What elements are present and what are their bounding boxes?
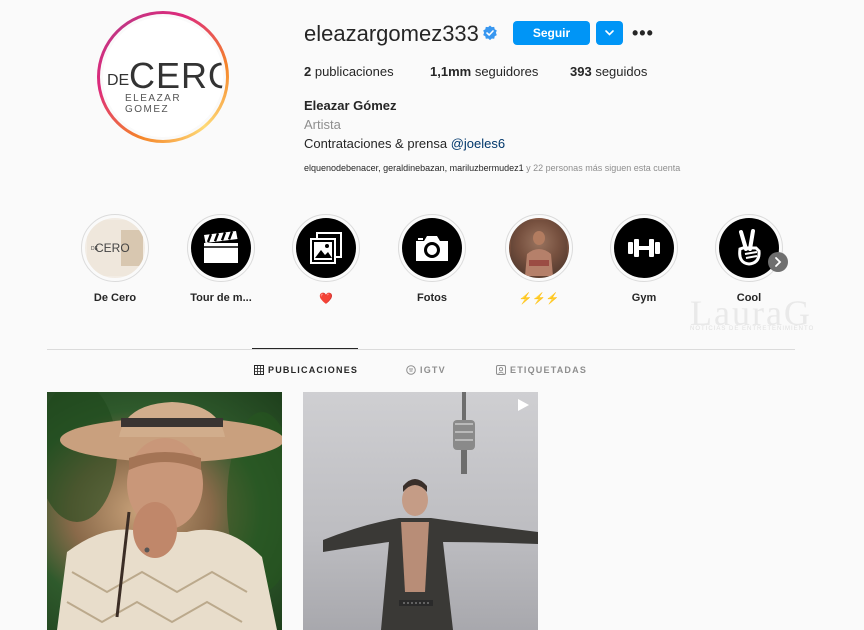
chevron-right-icon bbox=[775, 257, 782, 267]
highlights-next-button[interactable] bbox=[768, 252, 788, 272]
tagged-icon bbox=[496, 365, 506, 375]
svg-text:DE: DE bbox=[91, 246, 99, 252]
followed-by-suffix: y 22 personas más siguen esta cuenta bbox=[523, 163, 681, 173]
camera-icon bbox=[416, 236, 448, 261]
follow-button[interactable]: Seguir bbox=[513, 21, 590, 45]
tabs-divider bbox=[47, 349, 795, 350]
following-link[interactable]: 393 seguidos bbox=[570, 64, 647, 79]
username: eleazargomez333 bbox=[304, 21, 479, 46]
highlight-label: Gym bbox=[631, 292, 657, 304]
gym-photo-thumbnail-icon bbox=[511, 220, 567, 276]
post-thumbnail-2[interactable] bbox=[303, 392, 538, 630]
bio-mention-link[interactable]: @joeles6 bbox=[451, 136, 505, 151]
verified-badge-icon bbox=[483, 25, 497, 41]
highlight-de-cero[interactable]: CERO DE De Cero bbox=[70, 214, 160, 304]
photo-album-icon bbox=[310, 232, 342, 264]
watermark-subtitle: NOTICIAS DE ENTRETENIMIENTO bbox=[690, 326, 815, 332]
highlight-label: Tour de m... bbox=[190, 292, 252, 304]
highlight-heart[interactable]: ❤️ bbox=[281, 214, 371, 305]
profile-bio: Contrataciones & prensa @joeles6 bbox=[304, 136, 505, 151]
de-cero-cover-icon: CERO DE bbox=[87, 220, 143, 276]
tab-label: IGTV bbox=[420, 365, 446, 375]
posts-count: 2 publicaciones bbox=[304, 64, 394, 79]
igtv-icon bbox=[406, 365, 416, 375]
following-count-value: 393 bbox=[570, 64, 592, 79]
highlight-label: ❤️ bbox=[319, 293, 333, 305]
tab-igtv[interactable]: IGTV bbox=[406, 365, 446, 375]
active-tab-indicator bbox=[252, 348, 358, 349]
profile-full-name: Eleazar Gómez bbox=[304, 98, 397, 113]
profile-category: Artista bbox=[304, 117, 341, 132]
followers-count-value: 1,1mm bbox=[430, 64, 472, 79]
logo-title: CERO bbox=[129, 55, 223, 96]
post-1-image bbox=[47, 392, 282, 630]
followed-by-link[interactable]: elquenodebenacer, geraldinebazan, marilu… bbox=[304, 163, 680, 173]
tab-label: ETIQUETADAS bbox=[510, 365, 588, 375]
tab-label: PUBLICACIONES bbox=[268, 365, 359, 375]
highlight-gym[interactable]: Gym bbox=[599, 214, 689, 304]
grid-icon bbox=[254, 365, 264, 375]
post-2-image bbox=[323, 392, 538, 630]
bio-text: Contrataciones & prensa bbox=[304, 136, 451, 151]
logo-subtitle: ELEAZAR GOMEZ bbox=[125, 93, 182, 115]
svg-text:CERO: CERO bbox=[95, 241, 130, 255]
tab-etiquetadas[interactable]: ETIQUETADAS bbox=[496, 365, 587, 375]
video-play-icon bbox=[518, 399, 529, 411]
peace-hand-icon bbox=[738, 229, 761, 266]
highlight-label: ⚡⚡⚡ bbox=[518, 293, 560, 305]
highlight-lightning[interactable]: ⚡⚡⚡ bbox=[494, 214, 584, 305]
posts-count-label: publicaciones bbox=[311, 64, 394, 79]
highlight-label: De Cero bbox=[93, 292, 137, 304]
following-count-label: seguidos bbox=[591, 64, 648, 79]
followers-count-label: seguidores bbox=[471, 64, 539, 79]
followed-by-names: elquenodebenacer, geraldinebazan, marilu… bbox=[304, 163, 524, 173]
clapperboard-icon bbox=[204, 231, 238, 263]
dumbbell-icon bbox=[628, 239, 660, 257]
profile-avatar[interactable]: CERO DE ELEAZAR GOMEZ bbox=[97, 11, 229, 143]
post-thumbnail-1[interactable] bbox=[47, 392, 282, 630]
tab-publicaciones[interactable]: PUBLICACIONES bbox=[254, 365, 358, 375]
highlight-fotos[interactable]: Fotos bbox=[387, 214, 477, 304]
chevron-down-icon bbox=[605, 30, 614, 36]
highlight-tour[interactable]: Tour de m... bbox=[176, 214, 266, 304]
more-options-button[interactable]: ••• bbox=[632, 23, 654, 43]
logo-prefix: DE bbox=[107, 72, 130, 89]
highlight-label: Fotos bbox=[417, 292, 447, 304]
followers-link[interactable]: 1,1mm seguidores bbox=[430, 64, 538, 79]
suggested-dropdown-button[interactable] bbox=[596, 21, 623, 45]
